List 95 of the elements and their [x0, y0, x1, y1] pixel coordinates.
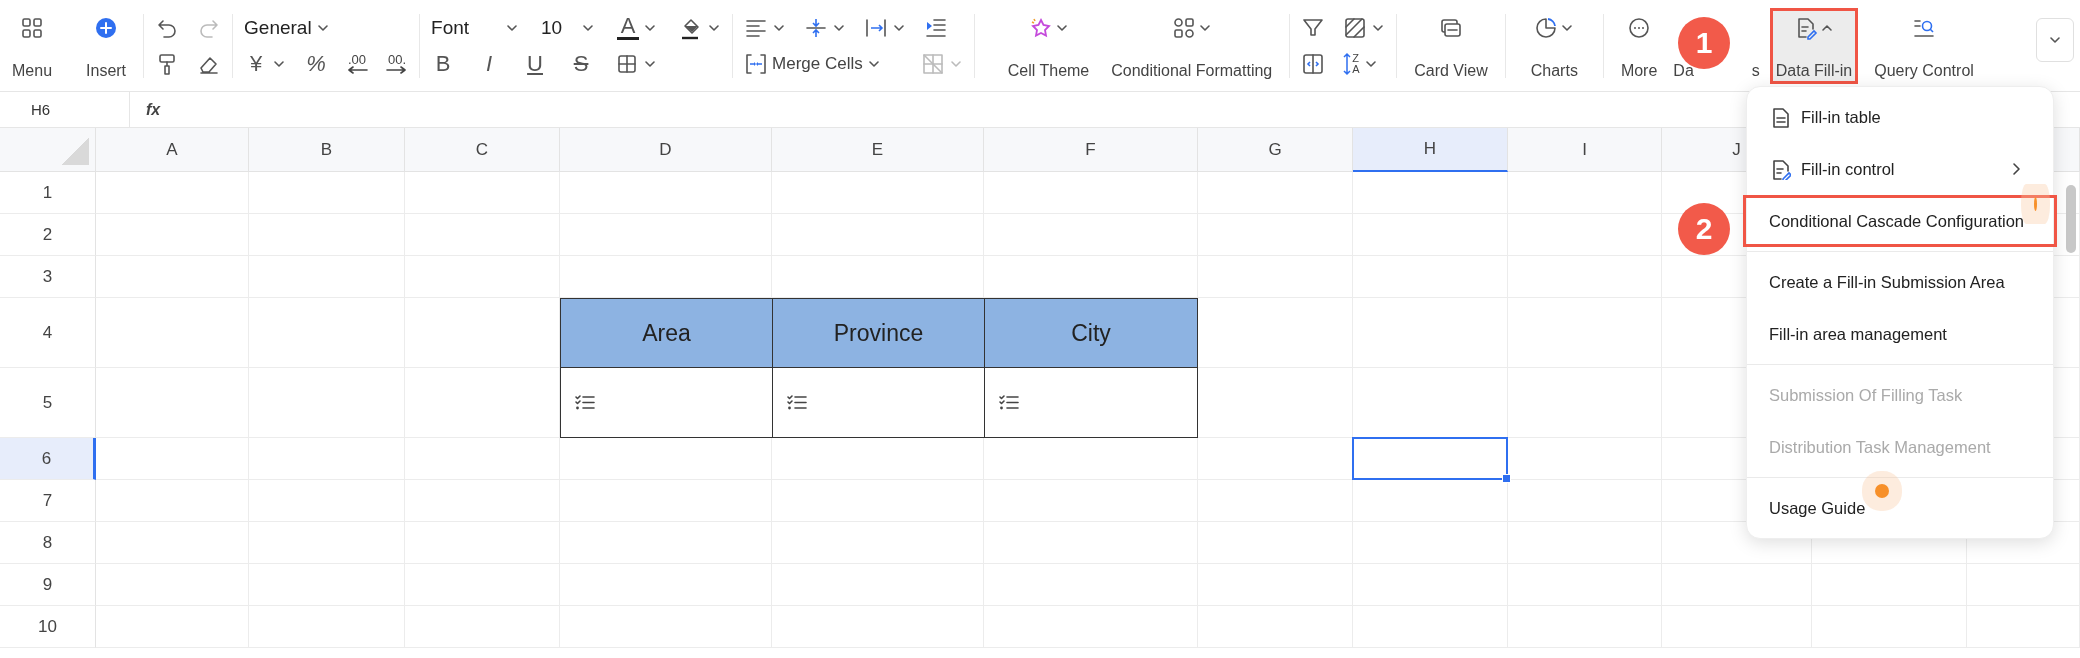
toolbar-label[interactable]: s: [1751, 61, 1760, 79]
sheet-cell[interactable]: [1508, 172, 1662, 214]
sheet-cell[interactable]: [96, 522, 249, 564]
sheet-cell[interactable]: [96, 214, 249, 256]
toolbar-button[interactable]: More: [1614, 7, 1664, 84]
toolbar-button[interactable]: Cell Theme: [1001, 7, 1096, 84]
column-header[interactable]: D: [560, 128, 772, 172]
dropdown-select[interactable]: General: [244, 16, 330, 39]
sheet-cell[interactable]: [1198, 256, 1353, 298]
toolbar-button[interactable]: 00.: [386, 53, 409, 74]
sheet-cell[interactable]: [96, 606, 249, 648]
toolbar-button[interactable]: Card View: [1408, 7, 1494, 84]
toolbar-button[interactable]: Menu: [6, 7, 59, 84]
column-header[interactable]: C: [405, 128, 560, 172]
row-header[interactable]: 9: [0, 564, 96, 606]
toolbar-button[interactable]: Z A: [1343, 51, 1378, 76]
row-header[interactable]: 5: [0, 368, 96, 438]
sheet-cell[interactable]: [96, 368, 249, 438]
table-header-cell: City: [985, 299, 1197, 368]
toolbar-button[interactable]: Charts: [1516, 7, 1592, 84]
row-header[interactable]: 2: [0, 214, 96, 256]
toolbar-button[interactable]: A: [617, 15, 658, 40]
row-header[interactable]: 1: [0, 172, 96, 214]
table-header-cell: Area: [561, 299, 773, 368]
menu-item[interactable]: Conditional Cascade Configuration: [1743, 195, 2057, 247]
sheet-cell[interactable]: [405, 256, 560, 298]
sheet-cell[interactable]: [96, 298, 249, 368]
row-header[interactable]: 3: [0, 256, 96, 298]
dropdown-select[interactable]: Font: [431, 16, 520, 39]
toolbar-button[interactable]: U: [523, 50, 548, 77]
dropdown-select[interactable]: Merge Cells: [744, 51, 881, 76]
sheet-cell[interactable]: [405, 172, 560, 214]
sheet-cell[interactable]: [772, 172, 984, 214]
plus-circle-icon: [94, 15, 119, 40]
up-down-arrows-icon: [1343, 51, 1352, 76]
sheet-cell[interactable]: [1508, 368, 1662, 438]
sheet-cell[interactable]: [560, 172, 772, 214]
column-header[interactable]: B: [249, 128, 405, 172]
table-header-cell: Province: [773, 299, 985, 368]
toolbar-button[interactable]: Query Control: [1868, 7, 1980, 84]
column-header[interactable]: A: [96, 128, 249, 172]
menu-item[interactable]: Usage Guide: [1747, 482, 2053, 534]
dropdown-select[interactable]: 10: [541, 16, 596, 39]
row-header[interactable]: 6: [0, 438, 96, 480]
column-header[interactable]: I: [1508, 128, 1662, 172]
pie-chart-icon: [1534, 15, 1559, 40]
fill-handle[interactable]: [1502, 474, 1511, 483]
row-header[interactable]: 7: [0, 480, 96, 522]
menu-item[interactable]: Create a Fill-in Submission Area: [1747, 256, 2053, 308]
sheet-cell[interactable]: [249, 172, 405, 214]
merge-cells-icon: [744, 51, 769, 76]
toolbar-button[interactable]: I: [477, 50, 502, 77]
function-label[interactable]: fx: [146, 100, 161, 119]
sheet-cell[interactable]: [984, 172, 1198, 214]
name-box[interactable]: H6: [0, 91, 130, 128]
diagonal-border-icon: [920, 51, 945, 76]
toolbar-button[interactable]: S: [569, 50, 594, 77]
toolbar-button[interactable]: B: [431, 50, 456, 77]
sheet-cell[interactable]: [1353, 172, 1508, 214]
column-header[interactable]: H: [1353, 128, 1508, 172]
toolbar-button[interactable]: Insert: [80, 7, 133, 84]
arrow-icon: [346, 66, 369, 74]
sheet-cell[interactable]: [405, 438, 560, 480]
shapes-icon: [1171, 15, 1196, 40]
sheet-cell[interactable]: [96, 256, 249, 298]
active-cell[interactable]: [1352, 437, 1508, 480]
split-panel-icon: [1301, 51, 1326, 76]
toolbar-button[interactable]: [1343, 15, 1386, 40]
toolbar-button[interactable]: .00: [346, 53, 369, 74]
row-header[interactable]: 4: [0, 298, 96, 368]
scrollbar-thumb[interactable]: [2066, 185, 2076, 253]
toolbar-button[interactable]: Conditional Formatting: [1105, 7, 1279, 84]
row-header[interactable]: 8: [0, 522, 96, 564]
step-badge: 2: [1678, 203, 1730, 255]
sheet-cell[interactable]: [1508, 480, 1662, 522]
arrow-icon: [386, 66, 409, 74]
toolbar-button[interactable]: Data Fill-in: [1769, 7, 1859, 84]
toolbar-button[interactable]: ¥: [244, 50, 287, 77]
collapse-button[interactable]: [2036, 18, 2074, 62]
column-header[interactable]: F: [984, 128, 1198, 172]
menu-item[interactable]: Fill-in area management: [1747, 308, 2053, 360]
sheet-cell[interactable]: [96, 438, 249, 480]
sheet-cell[interactable]: [96, 480, 249, 522]
sheet-cell[interactable]: [96, 564, 249, 606]
sheet-cell[interactable]: [1198, 480, 1353, 522]
row-header[interactable]: 10: [0, 606, 96, 648]
sheet-cell[interactable]: [96, 172, 249, 214]
hatched-square-icon: [1343, 15, 1368, 40]
sheet-cell[interactable]: [1198, 172, 1353, 214]
column-header[interactable]: E: [772, 128, 984, 172]
more-icon: [1627, 15, 1652, 40]
grid-icon: [20, 15, 44, 40]
toolbar-button[interactable]: %: [304, 50, 329, 77]
select-all-corner[interactable]: [0, 128, 96, 172]
column-header[interactable]: G: [1198, 128, 1353, 172]
